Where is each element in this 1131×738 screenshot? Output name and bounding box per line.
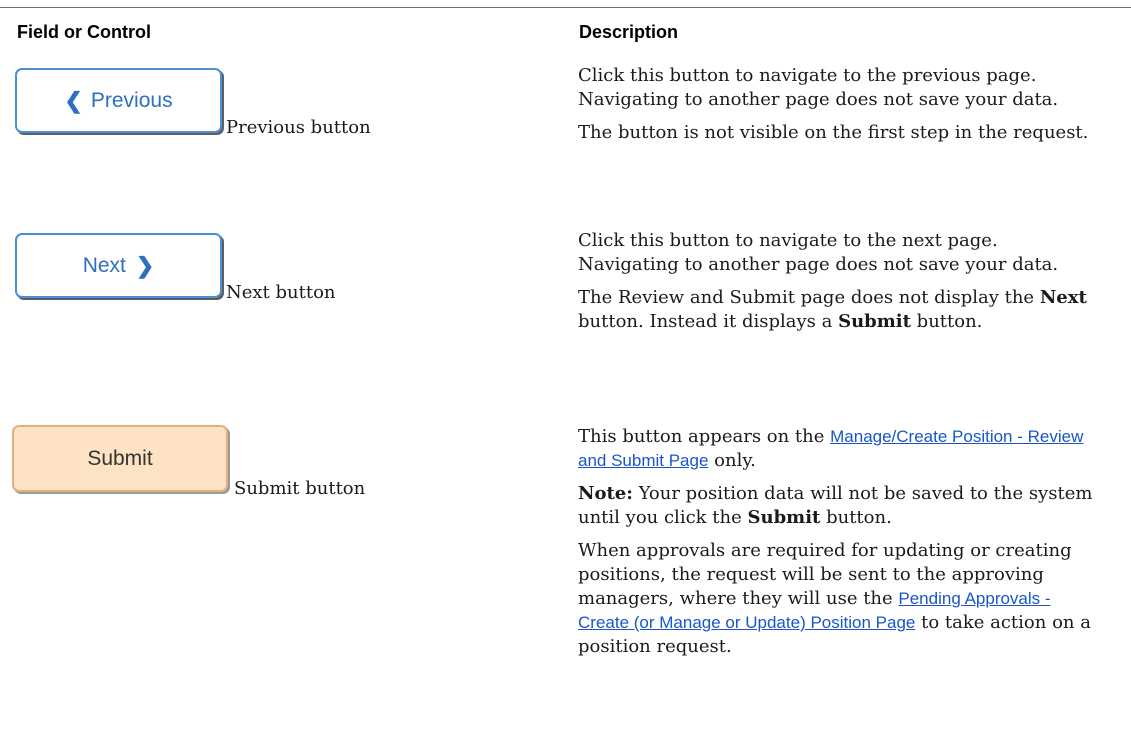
submit-button-description: This button appears on the Manage/Create…: [578, 425, 1098, 668]
submit-button-label: Submit button: [234, 478, 366, 499]
chevron-left-icon: ❮: [64, 87, 83, 113]
description-paragraph: This button appears on the Manage/Create…: [578, 426, 1084, 471]
previous-button-text: Previous: [90, 88, 173, 112]
description-paragraph: The Review and Submit page does not disp…: [578, 287, 1087, 332]
description-paragraph: Click this button to navigate to the nex…: [578, 230, 1059, 275]
submit-button-image: Submit: [12, 425, 228, 492]
column-header-description: Description: [579, 22, 679, 42]
previous-button-image: ❮ Previous: [15, 68, 222, 133]
table-top-rule: [0, 7, 1131, 8]
next-button-image: Next ❯: [15, 233, 222, 298]
previous-button-description: Click this button to navigate to the pre…: [578, 64, 1098, 154]
next-button-label: Next button: [226, 282, 336, 303]
next-emphasis: Next: [1039, 287, 1087, 308]
description-paragraph: The button is not visible on the first s…: [578, 122, 1089, 143]
description-paragraph: Click this button to navigate to the pre…: [578, 65, 1059, 110]
note-label: Note:: [578, 483, 633, 504]
next-button-text: Next: [82, 253, 126, 277]
next-button-description: Click this button to navigate to the nex…: [578, 229, 1098, 343]
chevron-right-icon: ❯: [135, 252, 155, 278]
description-paragraph: Note: Your position data will not be sav…: [578, 483, 1093, 528]
column-header-field: Field or Control: [17, 22, 151, 42]
submit-emphasis: Submit: [747, 507, 821, 528]
previous-button-label: Previous button: [226, 117, 371, 138]
submit-emphasis: Submit: [838, 311, 911, 332]
submit-button-text: Submit: [87, 446, 153, 470]
description-paragraph: When approvals are required for updating…: [578, 540, 1091, 657]
